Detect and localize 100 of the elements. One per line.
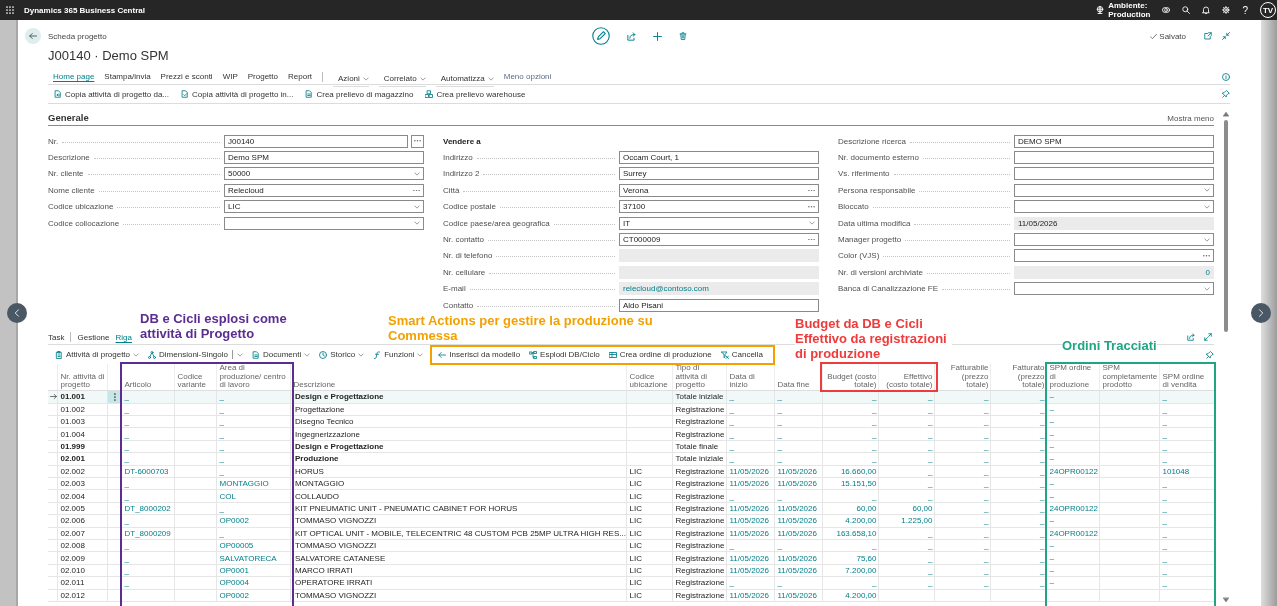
- table-link[interactable]: 11/05/2026: [777, 528, 817, 538]
- table-link[interactable]: 11/05/2026: [729, 553, 769, 563]
- table-link[interactable]: _: [1162, 404, 1167, 414]
- table-link[interactable]: _: [872, 429, 877, 439]
- table-link[interactable]: _: [219, 404, 224, 414]
- toolbar-menu[interactable]: Documenti: [251, 350, 311, 360]
- toolbar-button[interactable]: Esplodi DB/Ciclo: [529, 350, 600, 360]
- table-link[interactable]: _: [1040, 553, 1045, 563]
- table-link[interactable]: _: [124, 417, 129, 427]
- table-link[interactable]: _: [219, 454, 224, 464]
- dropdown-field[interactable]: [1014, 183, 1214, 197]
- table-link[interactable]: _: [928, 479, 933, 489]
- table-link[interactable]: _: [872, 417, 877, 427]
- table-link[interactable]: 11/05/2026: [777, 516, 817, 526]
- table-link[interactable]: _: [777, 541, 782, 551]
- table-link[interactable]: 75,60: [856, 553, 877, 563]
- table-link[interactable]: _: [1040, 578, 1045, 588]
- column-header[interactable]: Codice variante: [177, 372, 215, 390]
- table-link[interactable]: _: [1040, 479, 1045, 489]
- table-link[interactable]: _: [984, 454, 989, 464]
- column-header[interactable]: Budget (costo totale): [825, 372, 877, 390]
- text-field[interactable]: Occam Court, 1: [619, 151, 819, 165]
- column-header[interactable]: Articolo: [124, 381, 152, 390]
- table-link[interactable]: 11/05/2026: [729, 565, 769, 575]
- row-menu-button[interactable]: [108, 391, 122, 403]
- action-button[interactable]: Copia attività di progetto da...: [54, 89, 170, 99]
- lookup-field[interactable]: [1014, 249, 1214, 263]
- pop-out-icon[interactable]: [1204, 32, 1212, 40]
- toolbar-button[interactable]: Inserisci da modello: [438, 350, 521, 360]
- settings-icon[interactable]: [1222, 6, 1231, 14]
- table-link[interactable]: 60,00: [912, 504, 933, 513]
- table-link[interactable]: 11/05/2026: [729, 479, 769, 489]
- table-link[interactable]: _: [872, 491, 877, 501]
- menu-tab[interactable]: Progetto: [247, 72, 278, 81]
- column-header[interactable]: Data di inizio: [729, 372, 773, 390]
- column-header[interactable]: Effettivo (costo totale): [881, 372, 933, 390]
- table-link[interactable]: _: [1040, 429, 1045, 439]
- table-link[interactable]: _: [928, 466, 933, 476]
- toolbar-menu[interactable]: Funzioni: [373, 350, 424, 360]
- table-link[interactable]: _: [928, 429, 933, 439]
- table-link[interactable]: _: [124, 553, 129, 563]
- text-field[interactable]: Surrey: [619, 167, 819, 181]
- table-link[interactable]: 24OPR00122: [1049, 466, 1098, 476]
- column-header[interactable]: SPM ordine di vendita: [1162, 372, 1212, 390]
- table-link[interactable]: _: [777, 454, 782, 464]
- table-link[interactable]: 11/05/2026: [777, 479, 817, 489]
- table-link[interactable]: _: [928, 578, 933, 588]
- pin-icon[interactable]: [1206, 350, 1214, 359]
- column-header[interactable]: Area di produzione/ centro di lavoro: [219, 364, 289, 390]
- table-link[interactable]: 11/05/2026: [729, 590, 769, 600]
- table-link[interactable]: 16.660,00: [840, 466, 877, 476]
- table-link[interactable]: _: [124, 541, 129, 551]
- table-link[interactable]: _: [872, 442, 877, 452]
- table-link[interactable]: _: [984, 504, 989, 513]
- table-link[interactable]: SALVATORECA: [219, 553, 277, 563]
- table-link[interactable]: _: [984, 516, 989, 526]
- show-less-link[interactable]: Mostra meno: [1167, 114, 1214, 123]
- table-link[interactable]: 11/05/2026: [777, 590, 817, 600]
- table-link[interactable]: DT_8000202: [124, 504, 171, 513]
- lookup-field[interactable]: CT000009: [619, 233, 819, 247]
- column-header[interactable]: Fatturabile (prezzo totale): [937, 364, 989, 390]
- dropdown-field[interactable]: 50000: [224, 167, 424, 181]
- table-link[interactable]: _: [729, 578, 734, 588]
- section-tab[interactable]: Riga: [115, 332, 132, 342]
- action-button[interactable]: Copia attività di progetto in...: [181, 89, 294, 99]
- table-link[interactable]: _: [984, 417, 989, 427]
- info-icon[interactable]: [1222, 72, 1230, 81]
- dropdown-field[interactable]: IT: [619, 216, 819, 230]
- table-link[interactable]: _: [984, 578, 989, 588]
- table-link[interactable]: _: [729, 442, 734, 452]
- table-link[interactable]: _: [219, 429, 224, 439]
- table-link[interactable]: _: [124, 404, 129, 414]
- scroll-up-icon[interactable]: [1223, 111, 1229, 117]
- table-link[interactable]: _: [872, 404, 877, 414]
- table-link[interactable]: OP00005: [219, 541, 254, 551]
- table-link[interactable]: _: [1040, 466, 1045, 476]
- table-link[interactable]: _: [984, 553, 989, 563]
- table-link[interactable]: _: [777, 417, 782, 427]
- table-link[interactable]: –: [1049, 479, 1054, 489]
- scroll-down-icon[interactable]: [1223, 597, 1229, 603]
- table-link[interactable]: _: [777, 392, 782, 402]
- table-link[interactable]: _: [1162, 541, 1167, 551]
- toolbar-menu[interactable]: Dimensioni-Singolo: [148, 350, 243, 360]
- previous-button[interactable]: [7, 303, 27, 323]
- table-link[interactable]: _: [124, 491, 129, 501]
- share-icon[interactable]: [1187, 333, 1195, 342]
- table-link[interactable]: 11/05/2026: [729, 516, 769, 526]
- column-header[interactable]: Fatturato (prezzo totale): [993, 364, 1045, 390]
- table-link[interactable]: _: [1162, 454, 1167, 464]
- table-link[interactable]: _: [1162, 578, 1167, 588]
- table-link[interactable]: _: [928, 442, 933, 452]
- text-field[interactable]: DEMO SPM: [1014, 134, 1214, 148]
- lookup-field[interactable]: Verona: [619, 183, 819, 197]
- search-icon[interactable]: [1182, 6, 1191, 14]
- bell-icon[interactable]: [1202, 6, 1211, 14]
- section-tab[interactable]: Gestione: [77, 332, 110, 342]
- table-link[interactable]: _: [928, 541, 933, 551]
- table-link[interactable]: –: [1049, 442, 1054, 452]
- table-link[interactable]: _: [1162, 565, 1167, 575]
- menu-tab[interactable]: Stampa/invia: [104, 72, 151, 81]
